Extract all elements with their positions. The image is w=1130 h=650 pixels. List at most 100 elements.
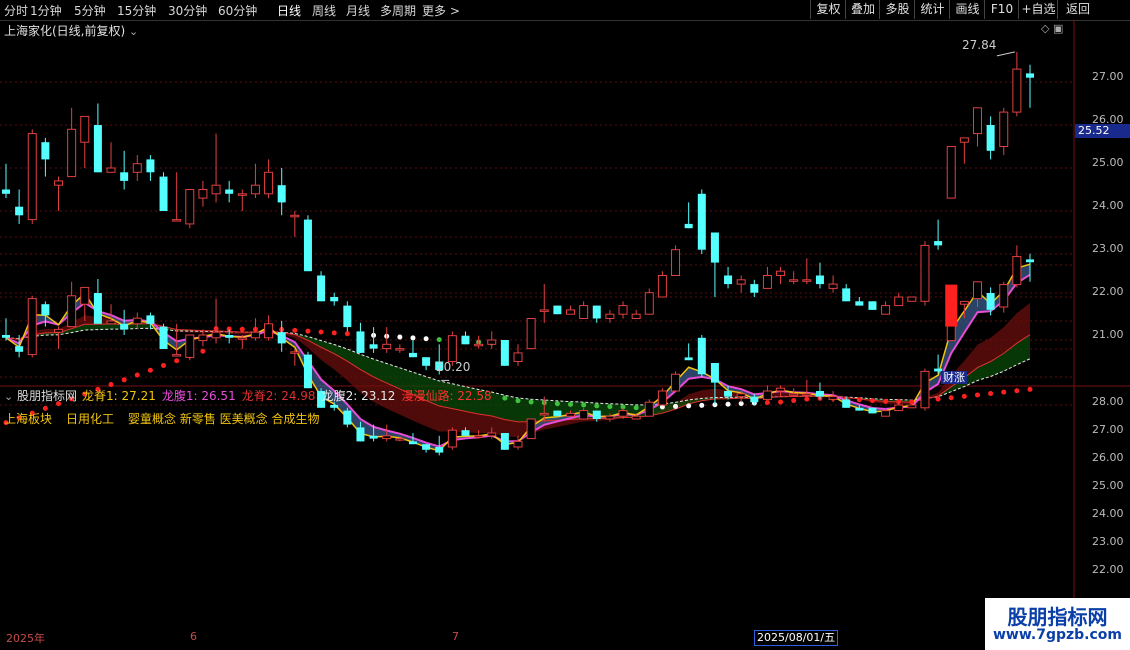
candle-body xyxy=(317,275,326,302)
mini-candle-body xyxy=(211,331,221,339)
toolbar-button[interactable]: 复权 xyxy=(810,0,846,19)
mini-candle-body xyxy=(343,410,352,425)
candle-body xyxy=(67,128,77,178)
timeframe-tab[interactable]: 1分钟 xyxy=(30,2,62,19)
candle-body xyxy=(776,270,786,276)
mini-candle-body xyxy=(802,393,812,396)
candle-body xyxy=(382,343,392,350)
mini-candle-body xyxy=(513,440,523,448)
candle-body xyxy=(710,232,719,263)
toolbar-button[interactable]: +自选 xyxy=(1018,0,1058,19)
mini-candle-body xyxy=(986,293,995,310)
toolbar-button[interactable]: 多股 xyxy=(879,0,915,19)
mini-candle-body xyxy=(54,328,64,333)
candle-body xyxy=(146,159,155,173)
timeframe-tab[interactable]: 30分钟 xyxy=(168,2,207,19)
sar-dot xyxy=(239,326,245,332)
sar-dot xyxy=(436,337,442,343)
sar-dot xyxy=(174,358,180,364)
price-label: 22.00 xyxy=(1092,285,1124,298)
sar-dot xyxy=(397,334,403,340)
mini-candle-body xyxy=(762,390,772,400)
candle-body xyxy=(789,279,799,282)
toolbar: 分时 1分钟 5分钟 15分钟 30分钟 60分钟 日线 周线 月线 多周期 更多 > 复权 叠加 多股… xyxy=(0,0,1130,21)
candle-body xyxy=(855,301,864,306)
candle-body xyxy=(724,275,733,285)
timeframe-tab[interactable]: 日线 xyxy=(277,2,301,19)
mini-candle-body xyxy=(225,335,234,338)
timeframe-tab[interactable]: 周线 xyxy=(312,2,336,19)
mini-candle-body xyxy=(710,363,719,383)
sar-dot xyxy=(568,401,574,407)
indicator-value: 龙脊1: 27.21 xyxy=(82,389,156,403)
sar-dot xyxy=(883,398,889,404)
chevron-down-icon[interactable]: ⌄ xyxy=(129,25,138,38)
candle-body xyxy=(605,313,615,320)
concept-label[interactable]: 上海板块 xyxy=(4,410,52,427)
event-badge[interactable]: 财涨 xyxy=(941,371,967,384)
current-price-tag: 25.52 xyxy=(1075,124,1130,138)
candle-body xyxy=(487,339,497,345)
mini-candle-body xyxy=(172,354,182,357)
candle-body xyxy=(828,283,838,289)
indicator-grid xyxy=(0,236,1074,406)
sar-dot xyxy=(292,327,298,333)
mini-candle-body xyxy=(618,410,628,417)
indicator-price-label: 24.00 xyxy=(1092,507,1124,520)
mini-candle-body xyxy=(80,286,90,305)
candle-body xyxy=(474,343,484,347)
sar-dot xyxy=(344,331,350,337)
candle-body xyxy=(15,206,24,216)
chart-area[interactable] xyxy=(0,20,1130,650)
sar-dot xyxy=(161,363,167,369)
mini-candle-body xyxy=(920,370,930,409)
candle-body xyxy=(684,223,693,229)
sar-dot xyxy=(331,330,337,336)
toolbar-button[interactable]: 叠加 xyxy=(845,0,880,19)
candle-body xyxy=(802,279,812,282)
panel-control-icons[interactable]: ◇ ▣ xyxy=(1041,22,1063,35)
timeframe-tab[interactable]: 5分钟 xyxy=(74,2,106,19)
sar-dot xyxy=(528,399,534,405)
high-arrow xyxy=(996,51,1015,57)
candle-body xyxy=(356,331,365,353)
price-label: 21.00 xyxy=(1092,328,1124,341)
chevron-down-icon[interactable]: ⌄ xyxy=(4,390,13,403)
mini-candle-body xyxy=(553,410,562,417)
mini-candle-body xyxy=(736,393,746,398)
timeframe-tab[interactable]: 月线 xyxy=(346,2,370,19)
mini-candle-body xyxy=(526,418,536,440)
sar-dot xyxy=(554,401,560,407)
sar-dot xyxy=(423,336,429,342)
candle-body xyxy=(959,137,969,143)
candle-body xyxy=(159,176,168,211)
timeframe-tab[interactable]: 分时 xyxy=(4,2,28,19)
toolbar-button[interactable]: 返回 xyxy=(1057,0,1098,19)
low-marker: 20.20 xyxy=(436,360,471,374)
candle-body xyxy=(80,115,90,143)
toolbar-button[interactable]: 画线 xyxy=(949,0,985,19)
price-label: 25.00 xyxy=(1092,156,1124,169)
toolbar-button[interactable]: F10 xyxy=(984,0,1019,19)
sar-dot xyxy=(935,396,941,402)
timeframe-tab[interactable]: 更多 > xyxy=(422,2,460,19)
mini-candle-body xyxy=(828,396,838,400)
candle-body xyxy=(618,305,628,315)
candle-body xyxy=(579,305,589,320)
concept-label[interactable]: 婴童概念 新零售 医美概念 合成生物 xyxy=(128,410,319,427)
timeframe-tab[interactable]: 多周期 xyxy=(380,2,416,19)
candle-body xyxy=(671,249,681,276)
candle-body xyxy=(54,180,64,186)
concept-label[interactable]: 日用化工 xyxy=(66,410,114,427)
candle-body xyxy=(736,279,746,285)
timeframe-tab[interactable]: 60分钟 xyxy=(218,2,257,19)
toolbar-button[interactable]: 统计 xyxy=(914,0,950,19)
candle-body xyxy=(513,352,523,362)
indicator-value: 龙脊2: 24.98 xyxy=(241,389,316,403)
sar-dot xyxy=(200,348,206,354)
candle-body xyxy=(631,313,641,320)
timeframe-tab[interactable]: 15分钟 xyxy=(117,2,156,19)
candle-body xyxy=(120,172,129,181)
mini-candle-body xyxy=(474,435,484,438)
mini-candle-body xyxy=(881,410,891,417)
